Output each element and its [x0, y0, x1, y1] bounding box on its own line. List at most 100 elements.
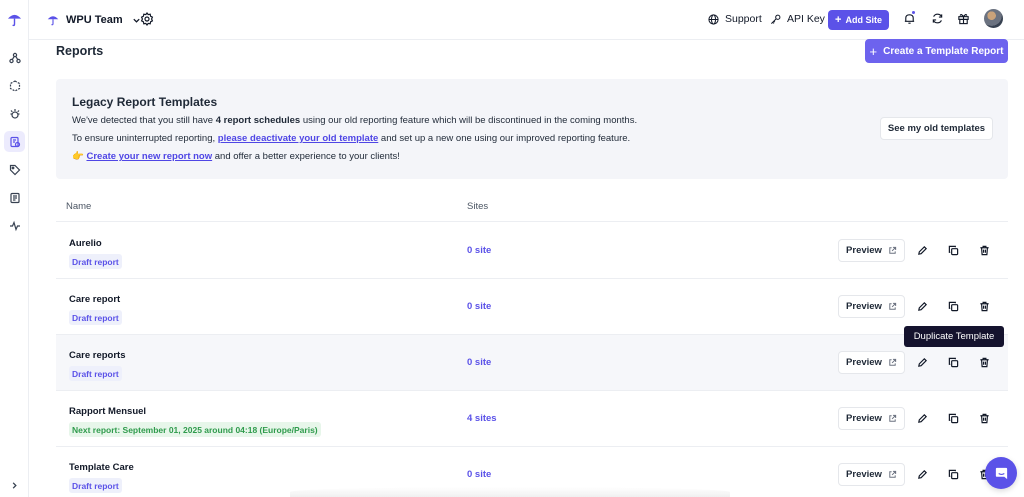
table-header: Name Sites: [56, 196, 1008, 222]
support-link[interactable]: Support: [708, 13, 762, 25]
delete-button[interactable]: [978, 300, 991, 313]
sidebar-item-modules[interactable]: [4, 75, 25, 96]
chat-launcher-button[interactable]: [985, 457, 1017, 489]
preview-button[interactable]: Preview: [838, 463, 905, 486]
trash-icon: [980, 413, 989, 424]
status-badge: Draft report: [69, 478, 122, 493]
create-new-report-link[interactable]: Create your new report now: [86, 151, 212, 162]
support-label: Support: [725, 13, 762, 25]
sidebar-item-monitoring[interactable]: [4, 103, 25, 124]
plus-icon: +: [835, 13, 842, 26]
sites-count-link[interactable]: 0 site: [467, 245, 491, 256]
sidebar-item-logs[interactable]: [4, 187, 25, 208]
edit-button[interactable]: [916, 244, 929, 257]
delete-button[interactable]: [978, 356, 991, 369]
pencil-icon: [918, 357, 928, 367]
status-badge: Draft report: [69, 310, 122, 325]
report-name[interactable]: Template Care: [69, 462, 134, 473]
table-row: Aurelio Draft report 0 site Preview: [56, 223, 1008, 279]
edit-button[interactable]: [916, 300, 929, 313]
wpumbrella-logo-icon[interactable]: [7, 12, 22, 27]
banner-line-3: 👉 Create your new report now and offer a…: [72, 151, 400, 162]
gear-icon[interactable]: [140, 12, 154, 26]
duplicate-template-tooltip: Duplicate Template: [904, 326, 1004, 347]
add-site-button[interactable]: + Add Site: [828, 10, 889, 30]
top-bar: WPU Team Support API Key + Add Site: [29, 0, 1024, 40]
team-selector[interactable]: WPU Team: [47, 10, 141, 30]
edit-button[interactable]: [916, 356, 929, 369]
banner-text: To ensure uninterrupted reporting,: [72, 133, 218, 144]
add-site-label: Add Site: [845, 15, 882, 25]
sidebar-item-sites[interactable]: [4, 47, 25, 68]
sites-network-icon: [8, 52, 21, 63]
delete-button[interactable]: [978, 412, 991, 425]
deactivate-old-template-link[interactable]: please deactivate your old template: [218, 133, 379, 144]
refresh-button[interactable]: [930, 11, 944, 25]
banner-text: using our old reporting feature which wi…: [300, 115, 638, 126]
duplicate-button[interactable]: [947, 244, 960, 257]
banner-line-1: We've detected that you still have 4 rep…: [72, 115, 637, 126]
see-old-templates-button[interactable]: See my old templates: [880, 117, 993, 140]
table-row: Care reports Draft report 0 site Preview: [56, 335, 1008, 391]
duplicate-button[interactable]: [947, 412, 960, 425]
preview-button[interactable]: Preview: [838, 351, 905, 374]
external-link-icon: [889, 302, 897, 310]
preview-button[interactable]: Preview: [838, 295, 905, 318]
create-template-report-label: Create a Template Report: [883, 45, 1004, 57]
chevron-right-icon: [12, 481, 17, 489]
report-name[interactable]: Care report: [69, 294, 120, 305]
trash-icon: [980, 245, 989, 256]
edit-button[interactable]: [916, 412, 929, 425]
legacy-templates-banner: Legacy Report Templates We've detected t…: [56, 79, 1008, 179]
report-name[interactable]: Aurelio: [69, 238, 102, 249]
sidebar-expand-button[interactable]: [7, 478, 21, 492]
pointing-hand-icon: 👉: [72, 151, 84, 162]
cube-icon: [9, 79, 20, 92]
preview-button[interactable]: Preview: [838, 239, 905, 262]
report-name[interactable]: Care reports: [69, 350, 126, 361]
copy-icon: [948, 301, 959, 312]
sidebar-item-tags[interactable]: [4, 159, 25, 180]
copy-icon: [948, 413, 959, 424]
create-template-report-button[interactable]: + Create a Template Report: [865, 39, 1008, 63]
team-name: WPU Team: [66, 14, 123, 26]
team-logo-icon: [47, 16, 59, 26]
sites-count-link[interactable]: 4 sites: [467, 413, 497, 424]
sites-count-link[interactable]: 0 site: [467, 357, 491, 368]
gift-button[interactable]: [956, 11, 970, 25]
api-key-label: API Key: [787, 13, 825, 25]
gift-icon: [957, 13, 969, 24]
api-key-link[interactable]: API Key: [770, 13, 825, 25]
edit-button[interactable]: [916, 468, 929, 481]
column-header-name: Name: [66, 201, 92, 212]
preview-label: Preview: [846, 469, 882, 480]
sites-count-link[interactable]: 0 site: [467, 301, 491, 312]
duplicate-button[interactable]: [947, 468, 960, 481]
delete-button[interactable]: [978, 244, 991, 257]
copy-icon: [948, 357, 959, 368]
status-badge: Draft report: [69, 366, 122, 381]
duplicate-button[interactable]: [947, 300, 960, 313]
sidebar-item-activity[interactable]: [4, 215, 25, 236]
column-header-sites: Sites: [467, 201, 489, 212]
notifications-button[interactable]: [902, 10, 916, 25]
preview-button[interactable]: Preview: [838, 407, 905, 430]
key-icon: [771, 14, 781, 24]
preview-label: Preview: [846, 301, 882, 312]
trash-icon: [980, 357, 989, 368]
copy-icon: [948, 245, 959, 256]
report-name[interactable]: Rapport Mensuel: [69, 406, 146, 417]
external-link-icon: [889, 470, 897, 478]
activity-icon: [9, 220, 20, 231]
pencil-icon: [918, 301, 928, 311]
pencil-icon: [918, 413, 928, 423]
duplicate-button[interactable]: [947, 356, 960, 369]
sites-count-link[interactable]: 0 site: [467, 469, 491, 480]
chat-bubble-icon: [995, 467, 1007, 479]
pencil-icon: [918, 469, 928, 479]
user-avatar[interactable]: [984, 9, 1003, 28]
sidebar-item-reports[interactable]: [4, 131, 25, 152]
banner-text: and offer a better experience to your cl…: [212, 151, 400, 162]
plus-icon: +: [869, 43, 878, 59]
banner-title: Legacy Report Templates: [72, 95, 218, 109]
